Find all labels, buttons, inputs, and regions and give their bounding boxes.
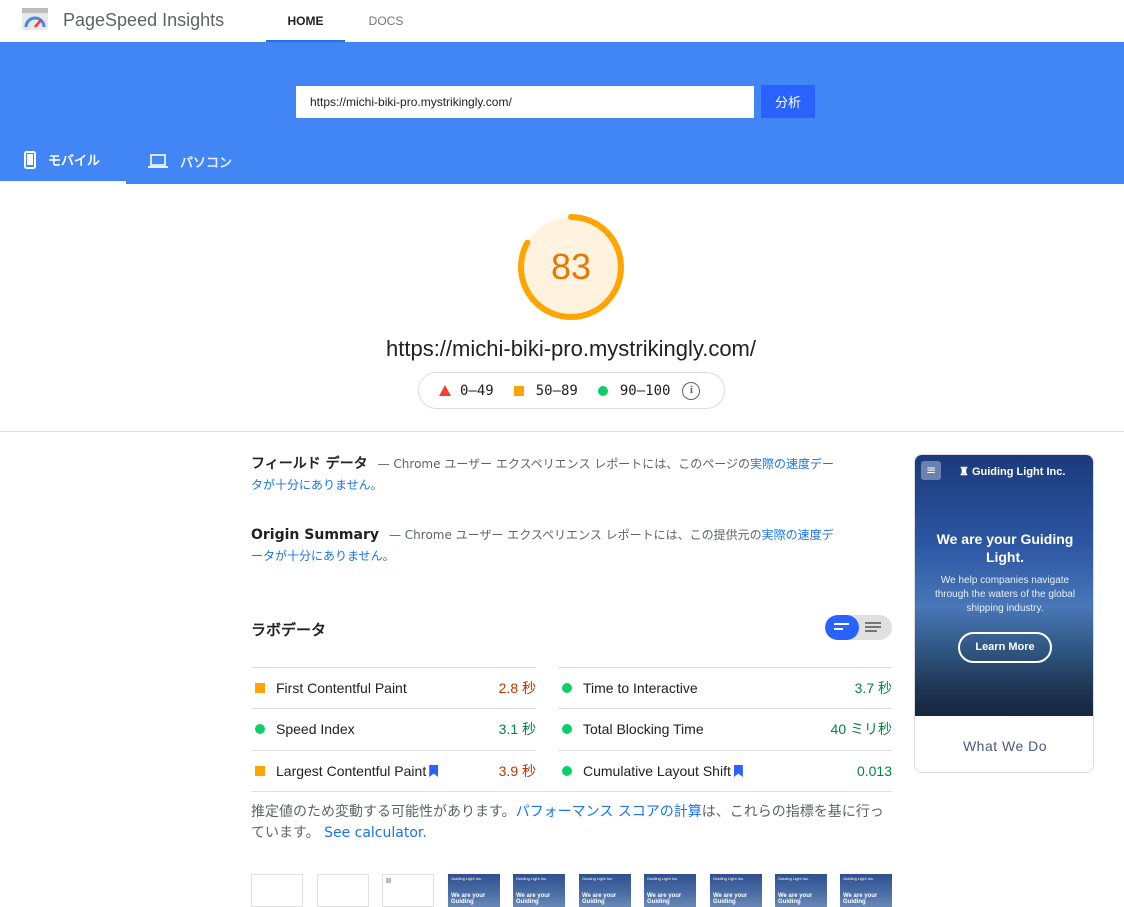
fail-triangle-icon: [439, 385, 451, 396]
filmstrip-frame: [251, 874, 303, 907]
pass-circle-icon: [562, 724, 572, 734]
app-title: PageSpeed Insights: [63, 10, 225, 30]
field-data-section: フィールド データ — Chrome ユーザー エクスペリエンス レポートには、こ…: [251, 454, 841, 496]
screenshot-learn-more-button: Learn More: [958, 632, 1052, 663]
origin-summary-text: Chrome ユーザー エクスペリエンス レポートには、この提供元の: [404, 528, 762, 542]
screenshot-rocks: [915, 655, 1093, 716]
metrics-view-toggle[interactable]: [825, 615, 892, 640]
metric-name: Time to Interactive: [583, 680, 698, 696]
score-value: 83: [550, 246, 592, 287]
origin-summary-title: Origin Summary: [251, 527, 379, 543]
filmstrip-frame: [317, 874, 369, 907]
legend-fail: 0–49: [439, 383, 494, 399]
field-data-text: Chrome ユーザー エクスペリエンス レポートには、このページの: [393, 457, 751, 471]
tab-mobile-label: モバイル: [48, 154, 101, 169]
section-divider: [0, 431, 1124, 432]
laptop-icon: [148, 154, 168, 168]
field-data-dash: —: [377, 457, 390, 471]
screenshot-brand: ♜ Guiding Light Inc.: [959, 466, 1066, 478]
lighthouse-icon: ♜: [959, 466, 969, 478]
analyze-button[interactable]: 分析: [761, 85, 815, 118]
tested-url: https://michi-biki-pro.mystrikingly.com/: [386, 336, 756, 361]
metric-total-blocking-time: Total Blocking Time 40 ミリ秒: [558, 708, 892, 749]
filmstrip-frame: Guiding Light Inc. We are your Guiding: [775, 874, 827, 907]
nav-tab-home[interactable]: HOME: [266, 0, 345, 42]
filmstrip-frame: Guiding Light Inc. We are your Guiding: [579, 874, 631, 907]
tab-desktop-label: パソコン: [180, 155, 233, 171]
pass-circle-icon: [255, 724, 265, 734]
metric-largest-contentful-paint: Largest Contentful Paint 3.9 秒: [251, 750, 536, 791]
metric-value: 3.1 秒: [498, 721, 536, 737]
metric-value: 3.7 秒: [854, 680, 892, 696]
metric-name: Cumulative Layout Shift: [583, 763, 731, 779]
metric-speed-index: Speed Index 3.1 秒: [251, 708, 536, 749]
origin-summary-section: Origin Summary — Chrome ユーザー エクスペリエンス レポー…: [251, 525, 841, 567]
note-prefix: 推定値のため変動する可能性があります。: [251, 804, 516, 820]
legend-pass: 90–100: [597, 382, 671, 399]
url-input[interactable]: [296, 86, 754, 118]
pass-circle-icon: [562, 766, 572, 776]
filmstrip-frame: Guiding Light Inc. We are your Guiding: [513, 874, 565, 907]
legend-average: 50–89: [513, 382, 578, 399]
metric-name: Largest Contentful Paint: [276, 763, 427, 779]
screenshot-footer-text: What We Do: [962, 738, 1048, 754]
metric-cumulative-layout-shift: Cumulative Layout Shift 0.013: [558, 750, 892, 791]
compact-lines-icon: [834, 623, 849, 633]
lab-data-title: ラボデータ: [251, 621, 327, 639]
metric-value: 40 ミリ秒: [830, 721, 892, 737]
filmstrip-frame: Guiding Light Inc. We are your Guiding: [448, 874, 500, 907]
top-bar: PageSpeed Insights HOME DOCS: [0, 0, 1124, 42]
metric-value: 0.013: [856, 763, 892, 779]
screenshot-subtext: We help companies navigate through the w…: [934, 575, 1076, 614]
metric-name: Total Blocking Time: [583, 721, 704, 737]
field-data-title: フィールド データ: [251, 456, 368, 472]
metric-time-to-interactive: Time to Interactive 3.7 秒: [558, 667, 892, 708]
hamburger-menu-icon: ≡: [921, 461, 941, 480]
average-square-icon: [255, 683, 265, 693]
core-web-vital-flag-icon: [429, 765, 439, 777]
score-calculation-link[interactable]: パフォーマンス スコアの計算: [516, 804, 702, 820]
origin-summary-dash: —: [388, 528, 401, 542]
screenshot-headline: We are your Guiding Light.: [936, 531, 1074, 565]
pass-circle-icon: [562, 683, 572, 693]
final-screenshot: ≡ ♜ Guiding Light Inc. We are your Guidi…: [914, 454, 1094, 773]
compact-view-button[interactable]: [825, 615, 859, 640]
thumb-menu-icon: [386, 878, 391, 883]
nav-tab-docs[interactable]: DOCS: [350, 0, 422, 42]
metric-name: Speed Index: [276, 721, 355, 737]
pass-circle-icon: [597, 385, 608, 396]
legend-fail-range: 0–49: [460, 382, 494, 399]
see-calculator-link[interactable]: See calculator.: [324, 825, 427, 841]
filmstrip-frame: Guiding Light Inc. We are your Guiding: [644, 874, 696, 907]
pagespeed-logo-icon: [22, 8, 48, 30]
expanded-lines-icon[interactable]: [865, 622, 881, 634]
filmstrip-frame: Guiding Light Inc. We are your Guiding: [710, 874, 762, 907]
legend-pass-range: 90–100: [619, 382, 671, 399]
tab-desktop[interactable]: パソコン: [148, 138, 258, 184]
smartphone-icon: [24, 150, 36, 169]
metric-first-contentful-paint: First Contentful Paint 2.8 秒: [251, 667, 536, 708]
info-icon[interactable]: i: [682, 381, 701, 400]
estimate-note: 推定値のため変動する可能性があります。パフォーマンス スコアの計算は、これらの指…: [251, 802, 896, 844]
filmstrip-frame: [382, 874, 434, 907]
filmstrip-frame: Guiding Light Inc. We are your Guiding: [840, 874, 892, 907]
average-square-icon: [255, 766, 265, 776]
tab-mobile[interactable]: モバイル: [0, 138, 126, 184]
metric-value: 2.8 秒: [498, 680, 536, 696]
performance-score-gauge: 83: [516, 212, 626, 322]
average-square-icon: [513, 385, 524, 396]
metric-name: First Contentful Paint: [276, 680, 407, 696]
score-legend: 0–49 50–89 90–100 i: [418, 372, 725, 409]
hero-banner: 分析 モバイル パソコン: [0, 42, 1124, 184]
metric-value: 3.9 秒: [498, 763, 536, 779]
legend-average-range: 50–89: [535, 382, 578, 399]
core-web-vital-flag-icon: [733, 765, 743, 777]
metrics-bottom-border: [251, 791, 892, 792]
screenshot-hero-image: ≡ ♜ Guiding Light Inc. We are your Guidi…: [915, 455, 1093, 716]
